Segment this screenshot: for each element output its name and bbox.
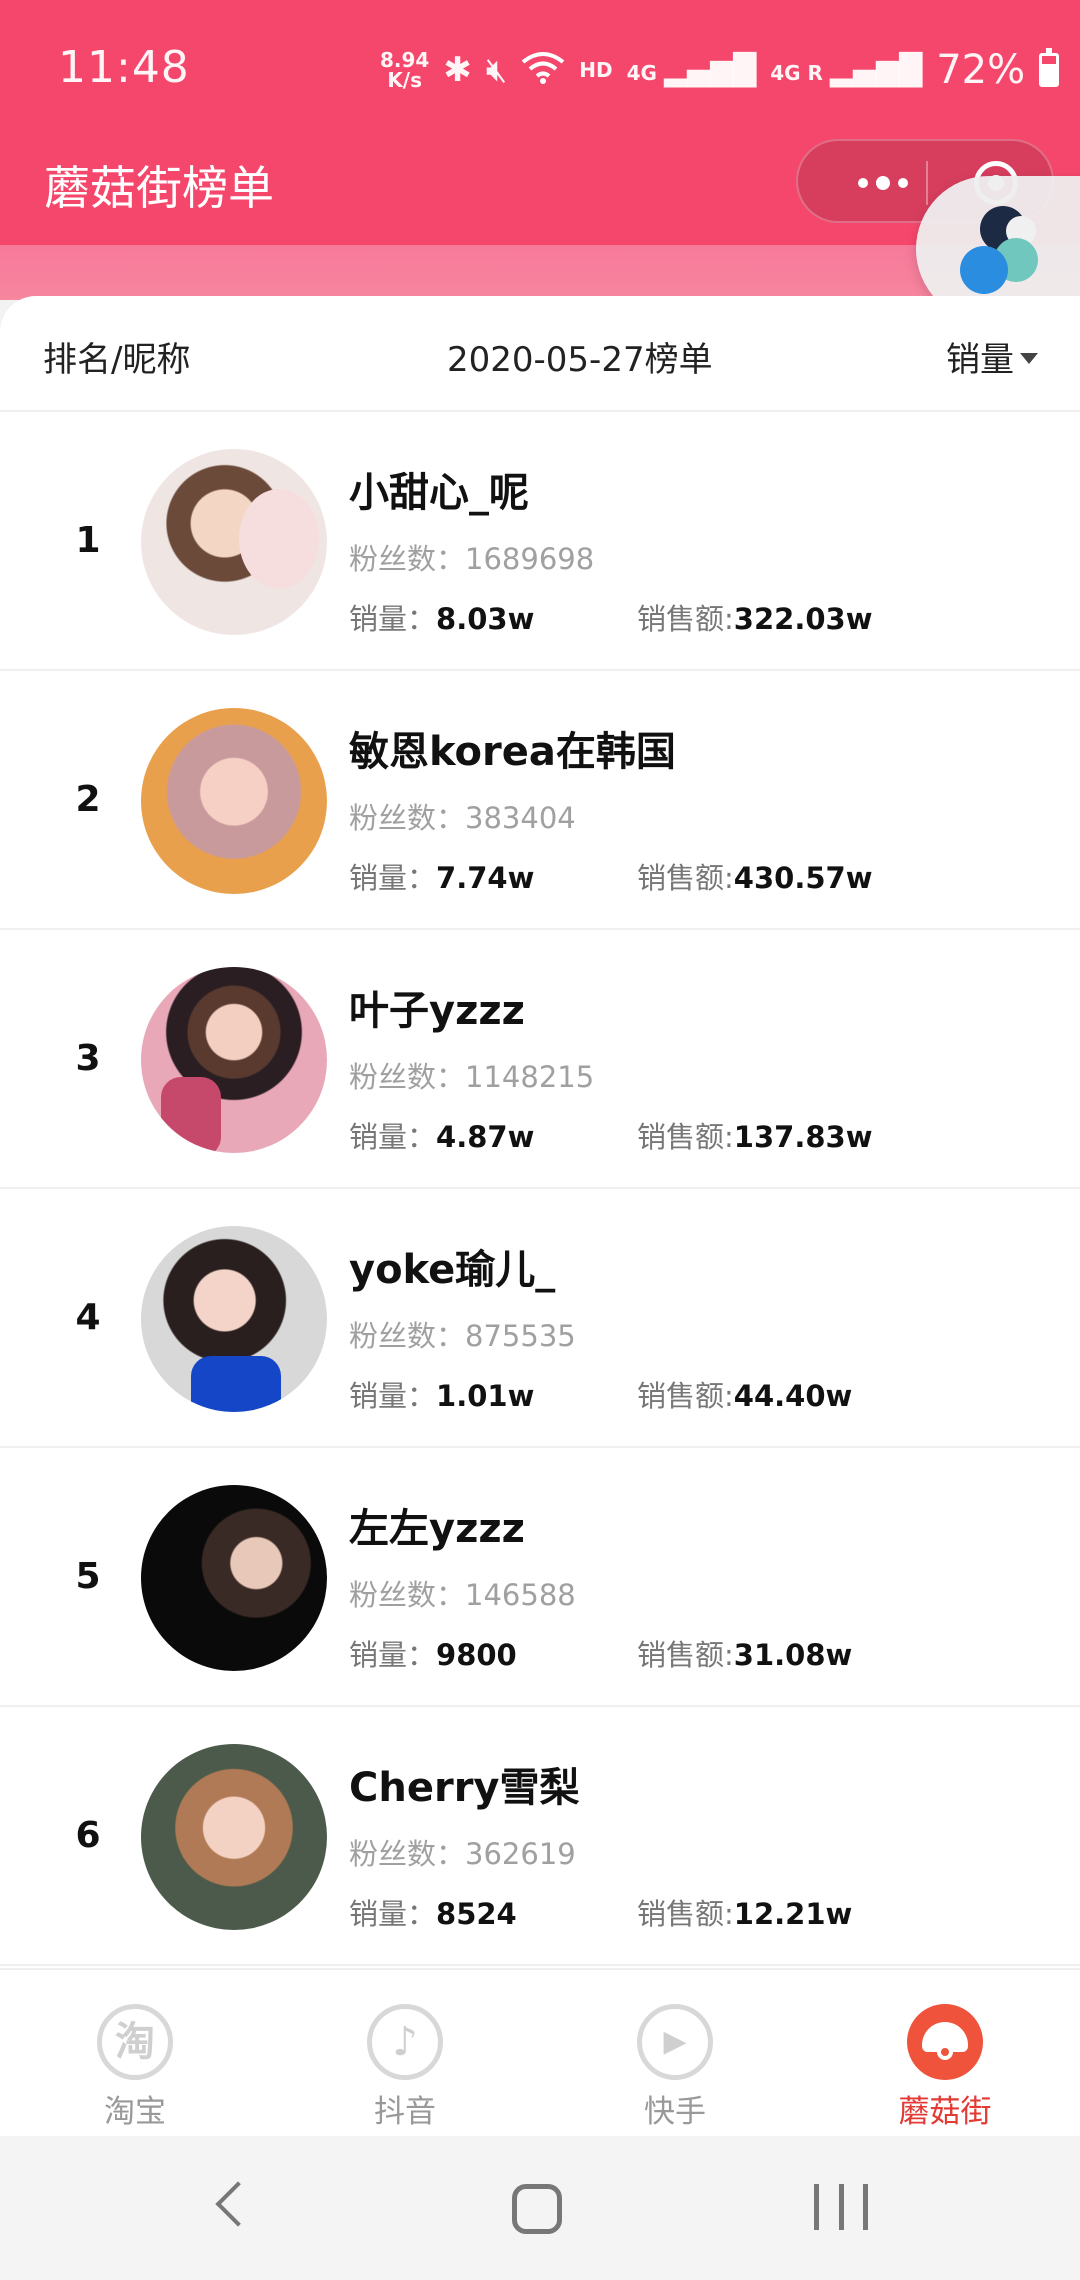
avatar: [141, 449, 327, 635]
hd-badge: HD: [579, 58, 613, 82]
chevron-down-icon: [1020, 353, 1038, 364]
tab-kuaishou[interactable]: ▶ 快手: [540, 1970, 810, 2138]
avatar: [141, 967, 327, 1153]
sales-amount: 销售额:322.03w: [637, 602, 873, 636]
avatar: [141, 1485, 327, 1671]
tab-mogujie[interactable]: 蘑菇街: [810, 1970, 1080, 2138]
rank-number: 5: [75, 1556, 101, 1597]
tab-label: 蘑菇街: [898, 2094, 992, 2130]
status-time: 11:48: [58, 42, 190, 93]
wifi-icon: [521, 50, 565, 90]
list-item[interactable]: 4 yoke瑜儿_ 粉丝数：875535 销量：1.01w 销售额:44.40w: [0, 1189, 1080, 1448]
mogujie-icon: [907, 2004, 983, 2080]
streamer-name: Cherry雪梨: [349, 1765, 580, 1811]
sim1-signal: 4G ▂▄▆█: [626, 52, 757, 88]
rank-number: 2: [75, 779, 101, 820]
system-nav-bar: [0, 2136, 1080, 2280]
taobao-icon: 淘: [97, 2004, 173, 2080]
page-title: 蘑菇街榜单: [44, 161, 274, 215]
list-item[interactable]: 6 Cherry雪梨 粉丝数：362619 销量：8524 销售额:12.21w: [0, 1707, 1080, 1966]
fans-count: 粉丝数：1689698: [349, 542, 595, 576]
avatar: [141, 708, 327, 894]
list-item[interactable]: 3 叶子yzzz 粉丝数：1148215 销量：4.87w 销售额:137.83…: [0, 930, 1080, 1189]
streamer-name: 小甜心_呢: [349, 470, 529, 516]
streamer-name: 敏恩korea在韩国: [349, 729, 676, 775]
back-icon[interactable]: [215, 2181, 261, 2227]
list-item[interactable]: 2 敏恩korea在韩国 粉丝数：383404 销量：7.74w 销售额:430…: [0, 671, 1080, 930]
sim2-signal: 4G R ▂▄▆█: [770, 52, 923, 88]
sales-amount: 销售额:137.83w: [637, 1120, 873, 1154]
avatar: [141, 1226, 327, 1412]
mute-icon: 🔇︎: [485, 50, 508, 90]
streamer-name: 叶子yzzz: [349, 988, 525, 1034]
sales-volume: 销量：7.74w: [349, 861, 535, 895]
rank-number: 1: [75, 520, 101, 561]
bluetooth-icon: ✱: [443, 50, 472, 90]
battery-percent: 72%: [936, 47, 1026, 93]
fans-count: 粉丝数：383404: [349, 801, 576, 835]
status-bar: 11:48 8.94 K/s ✱ 🔇︎ HD 4G ▂▄▆█ 4G R ▂▄▆█…: [0, 0, 1080, 140]
fans-count: 粉丝数：1148215: [349, 1060, 595, 1094]
sales-volume: 销量：4.87w: [349, 1120, 535, 1154]
bottom-tab-bar: 淘 淘宝 ♪ 抖音 ▶ 快手 蘑菇街: [0, 1968, 1080, 2136]
more-button[interactable]: [838, 161, 928, 205]
sort-label: 销量: [946, 340, 1014, 380]
list-item[interactable]: 5 左左yzzz 粉丝数：146588 销量：9800 销售额:31.08w: [0, 1448, 1080, 1707]
sales-amount: 销售额:12.21w: [637, 1897, 853, 1931]
tab-label: 快手: [644, 2094, 706, 2130]
kuaishou-icon: ▶: [637, 2004, 713, 2080]
sales-volume: 销量：8.03w: [349, 602, 535, 636]
battery-icon: [1039, 48, 1060, 87]
tab-label: 淘宝: [104, 2094, 166, 2130]
sales-volume: 销量：1.01w: [349, 1379, 535, 1413]
fans-count: 粉丝数：146588: [349, 1578, 576, 1612]
sales-volume: 销量：8524: [349, 1897, 517, 1931]
recent-apps-icon[interactable]: [814, 2184, 868, 2234]
tab-taobao[interactable]: 淘 淘宝: [0, 1970, 270, 2138]
streamer-name: 左左yzzz: [349, 1506, 525, 1552]
rank-nickname-header: 排名/昵称: [43, 340, 191, 380]
list-date-title: 2020-05-27榜单: [447, 340, 713, 380]
douyin-icon: ♪: [367, 2004, 443, 2080]
sort-selector[interactable]: 销量: [946, 332, 1038, 381]
fans-count: 粉丝数：362619: [349, 1837, 576, 1871]
list-item[interactable]: 1 小甜心_呢 粉丝数：1689698 销量：8.03w 销售额:322.03w: [0, 412, 1080, 671]
home-icon[interactable]: [512, 2184, 562, 2234]
status-icons: 8.94 K/s ✱ 🔇︎ HD 4G ▂▄▆█ 4G R ▂▄▆█ 72%: [380, 45, 1060, 95]
streamer-name: yoke瑜儿_: [349, 1247, 556, 1293]
capsule-divider: [926, 161, 928, 205]
sales-amount: 销售额:44.40w: [637, 1379, 853, 1413]
fans-count: 粉丝数：875535: [349, 1319, 576, 1353]
tab-douyin[interactable]: ♪ 抖音: [270, 1970, 540, 2138]
rank-number: 6: [75, 1815, 101, 1856]
sales-amount: 销售额:31.08w: [637, 1638, 853, 1672]
tab-label: 抖音: [374, 2094, 436, 2130]
sales-amount: 销售额:430.57w: [637, 861, 873, 895]
rank-number: 3: [75, 1038, 101, 1079]
sales-volume: 销量：9800: [349, 1638, 517, 1672]
avatar: [141, 1744, 327, 1930]
rank-number: 4: [75, 1297, 101, 1338]
ranking-card: 排名/昵称 2020-05-27榜单 销量 1 小甜心_呢 粉丝数：168969…: [0, 296, 1080, 1976]
list-header: 排名/昵称 2020-05-27榜单 销量: [0, 296, 1080, 412]
network-speed: 8.94 K/s: [380, 48, 430, 92]
